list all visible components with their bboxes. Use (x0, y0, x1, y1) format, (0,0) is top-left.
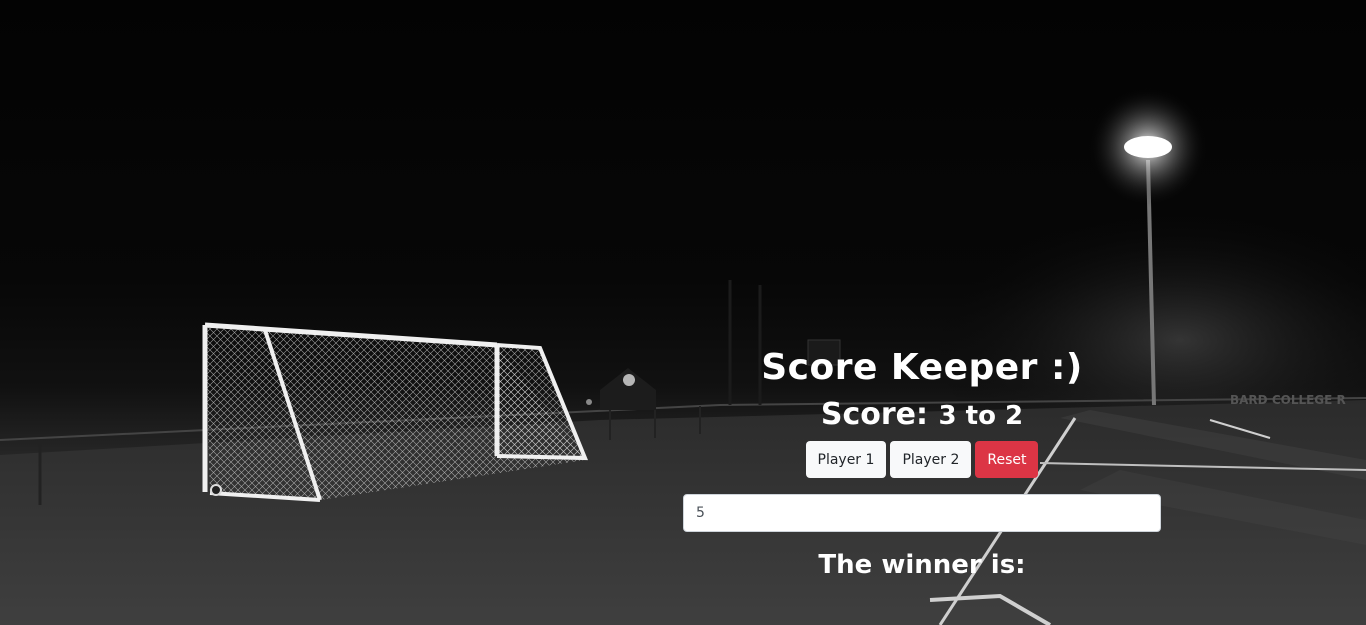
score-keeper-page: BARD COLLEGE R Score Keeper :) Score: 3 … (0, 0, 1366, 625)
reset-button[interactable]: Reset (975, 441, 1039, 478)
button-group: Player 1 Player 2 Reset (683, 441, 1161, 478)
page-title: Score Keeper :) (761, 347, 1083, 388)
player2-button[interactable]: Player 2 (890, 441, 972, 478)
floodlight (1124, 136, 1172, 158)
winning-score-wrap (683, 494, 1161, 532)
score-label: Score: (820, 397, 929, 432)
player1-button[interactable]: Player 1 (805, 441, 887, 478)
score-values: 3 to 2 (938, 401, 1023, 431)
score-keeper-panel: Score Keeper :) Score: 3 to 2 Player 1 P… (683, 340, 1161, 602)
building-light (586, 399, 592, 405)
building-light (623, 374, 635, 386)
winning-score-input[interactable] (683, 494, 1161, 532)
score-display: Score: 3 to 2 (683, 398, 1161, 433)
winner-label: The winner is: (818, 550, 1026, 580)
player2-score: 2 (1005, 401, 1024, 431)
stadium-sign: BARD COLLEGE R (1230, 393, 1346, 407)
player1-score: 3 (938, 401, 957, 431)
to-word: to (965, 401, 996, 431)
